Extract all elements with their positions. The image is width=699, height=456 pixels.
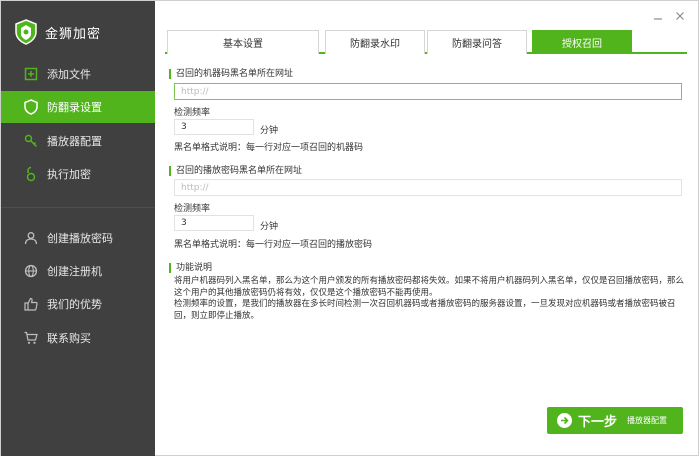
lock-icon [23, 166, 39, 182]
password-freq-input[interactable] [174, 215, 254, 231]
machine-freq-label: 检测频率 [174, 108, 211, 118]
sidebar-item-label: 我们的优势 [47, 298, 102, 311]
machine-freq-input[interactable] [174, 119, 254, 135]
machine-blacklist-url-input[interactable] [174, 83, 682, 100]
tab-anti-record-watermark[interactable]: 防翻录水印 [325, 30, 425, 54]
sidebar-item-label: 创建播放密码 [47, 232, 113, 245]
tab-basic-settings[interactable]: 基本设置 [167, 30, 319, 54]
password-format-note: 黑名单格式说明：每一行对应一项召回的播放密码 [174, 240, 373, 250]
sidebar-item-contact-purchase[interactable]: 联系购买 [1, 322, 155, 354]
machine-blacklist-title: 召回的机器码黑名单所在网址 [169, 69, 293, 79]
next-step-button[interactable]: 下一步 播放器配置 [547, 407, 683, 434]
user-icon [23, 230, 39, 246]
sidebar-item-label: 联系购买 [47, 332, 91, 345]
tab-bar: 基本设置 防翻录水印 防翻录问答 授权召回 [165, 30, 687, 54]
sidebar-divider [1, 207, 155, 208]
globe-icon [23, 263, 39, 279]
sidebar-item-label: 添加文件 [47, 68, 91, 81]
arrow-right-icon [557, 413, 572, 428]
sidebar-item-anti-record[interactable]: 防翻录设置 [1, 91, 155, 123]
sidebar-item-create-keygen[interactable]: 创建注册机 [1, 255, 155, 287]
function-description-title: 功能说明 [169, 263, 212, 273]
app-title: 金狮加密 [45, 26, 102, 42]
shield-icon [23, 99, 39, 115]
tab-label: 防翻录水印 [350, 39, 400, 50]
cart-icon [23, 330, 39, 346]
machine-format-note: 黑名单格式说明：每一行对应一项召回的机器码 [174, 143, 364, 153]
function-description-text: 将用户机器码列入黑名单，那么为这个用户颁发的所有播放密码都将失效。如果不将用户机… [174, 276, 686, 322]
sidebar-item-add-file[interactable]: 添加文件 [1, 58, 155, 90]
app-window: 金狮加密 添加文件 防翻录设置 播放器配置 执行加密 创建播放密码 创建注册机 … [0, 0, 699, 456]
sidebar-item-advantages[interactable]: 我们的优势 [1, 288, 155, 320]
shield-logo-icon [15, 19, 37, 45]
add-file-icon [23, 66, 39, 82]
sidebar-item-label: 防翻录设置 [47, 101, 102, 114]
brand: 金狮加密 [15, 19, 101, 45]
key-icon [23, 133, 39, 149]
sidebar-item-label: 创建注册机 [47, 265, 102, 278]
window-controls [652, 9, 686, 23]
thumbs-up-icon [23, 296, 39, 312]
tab-label: 防翻录问答 [452, 39, 502, 50]
tab-anti-record-qa[interactable]: 防翻录问答 [427, 30, 527, 54]
next-step-label: 下一步 [578, 415, 618, 430]
password-blacklist-title: 召回的播放密码黑名单所在网址 [169, 166, 302, 176]
sidebar-item-label: 执行加密 [47, 168, 91, 181]
function-description-paragraph: 检测频率的设置，是我们的播放器在多长时间检测一次召回机器码或者播放密码的服务器设… [174, 299, 676, 321]
tab-label: 授权召回 [562, 39, 602, 50]
tab-license-recall[interactable]: 授权召回 [532, 30, 632, 54]
password-freq-unit: 分钟 [260, 222, 279, 232]
sidebar: 金狮加密 添加文件 防翻录设置 播放器配置 执行加密 创建播放密码 创建注册机 … [1, 1, 155, 456]
next-step-sublabel: 播放器配置 [627, 416, 668, 425]
sidebar-item-label: 播放器配置 [47, 135, 102, 148]
minimize-icon[interactable] [652, 9, 664, 23]
close-icon[interactable] [674, 9, 686, 23]
sidebar-item-player-config[interactable]: 播放器配置 [1, 125, 155, 157]
password-freq-label: 检测频率 [174, 204, 211, 214]
password-blacklist-url-input[interactable] [174, 179, 682, 196]
sidebar-item-execute-encrypt[interactable]: 执行加密 [1, 158, 155, 190]
machine-freq-unit: 分钟 [260, 126, 279, 136]
tab-label: 基本设置 [223, 39, 263, 50]
function-description-paragraph: 将用户机器码列入黑名单，那么为这个用户颁发的所有播放密码都将失效。如果不将用户机… [174, 276, 685, 298]
sidebar-item-create-password[interactable]: 创建播放密码 [1, 222, 155, 254]
